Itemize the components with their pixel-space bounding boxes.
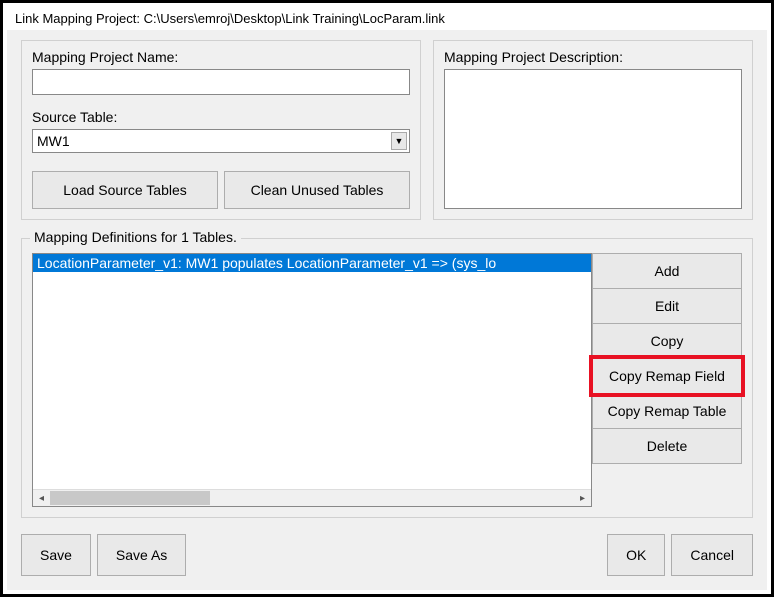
description-label: Mapping Project Description: — [444, 49, 742, 65]
horizontal-scrollbar[interactable]: ◂ ▸ — [33, 489, 591, 506]
save-as-button[interactable]: Save As — [97, 534, 186, 576]
mapping-definitions-list[interactable]: LocationParameter_v1: MW1 populates Loca… — [32, 253, 592, 507]
edit-button[interactable]: Edit — [592, 288, 742, 324]
project-description-panel: Mapping Project Description: — [433, 40, 753, 220]
mapping-name-label: Mapping Project Name: — [32, 49, 410, 65]
cancel-button[interactable]: Cancel — [671, 534, 753, 576]
window-title: Link Mapping Project: C:\Users\emroj\Des… — [7, 7, 767, 30]
save-button[interactable]: Save — [21, 534, 91, 576]
source-table-value: MW1 — [37, 133, 70, 149]
copy-button[interactable]: Copy — [592, 323, 742, 359]
chevron-down-icon: ▼ — [391, 132, 407, 150]
mapping-name-input[interactable] — [32, 69, 410, 95]
source-table-label: Source Table: — [32, 109, 410, 125]
clean-unused-tables-button[interactable]: Clean Unused Tables — [224, 171, 410, 209]
scroll-thumb[interactable] — [50, 491, 210, 505]
mapping-definitions-title: Mapping Definitions for 1 Tables. — [30, 229, 241, 245]
add-button[interactable]: Add — [592, 253, 742, 289]
scroll-left-icon[interactable]: ◂ — [33, 490, 50, 507]
source-table-select[interactable]: MW1 ▼ — [32, 129, 410, 153]
description-textarea[interactable] — [444, 69, 742, 209]
delete-button[interactable]: Delete — [592, 428, 742, 464]
ok-button[interactable]: OK — [607, 534, 665, 576]
mapping-definitions-group: Mapping Definitions for 1 Tables. Locati… — [21, 238, 753, 518]
copy-remap-table-button[interactable]: Copy Remap Table — [592, 393, 742, 429]
definitions-buttons: Add Edit Copy Copy Remap Field Copy Rema… — [592, 253, 742, 507]
list-item[interactable]: LocationParameter_v1: MW1 populates Loca… — [33, 254, 591, 272]
project-name-panel: Mapping Project Name: Source Table: MW1 … — [21, 40, 421, 220]
scroll-track[interactable] — [50, 490, 574, 506]
copy-remap-field-button[interactable]: Copy Remap Field — [592, 358, 742, 394]
load-source-tables-button[interactable]: Load Source Tables — [32, 171, 218, 209]
scroll-right-icon[interactable]: ▸ — [574, 490, 591, 507]
